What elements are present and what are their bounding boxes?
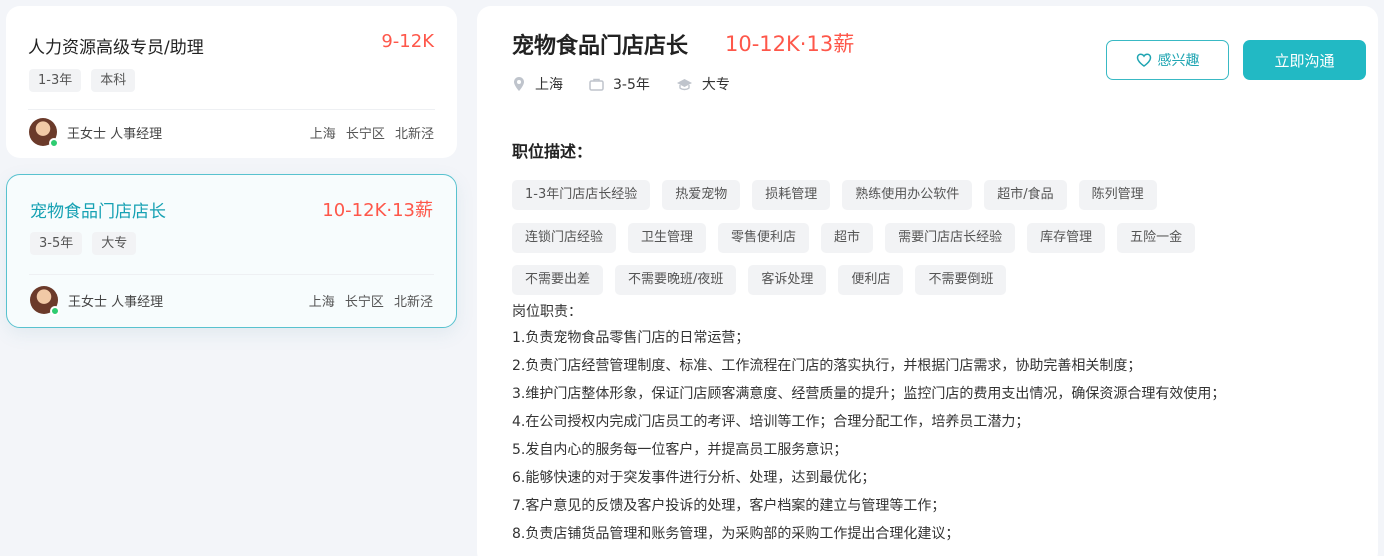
avatar xyxy=(30,286,60,316)
meta-education-text: 大专 xyxy=(701,77,730,93)
experience-tag: 3-5年 xyxy=(30,232,83,255)
skill-tag: 陈列管理 xyxy=(1078,180,1157,210)
description-line: 6.能够快速的对于突发事件进行分析、处理，达到最优化； xyxy=(512,470,876,486)
skill-tags-row: 连锁门店经验 卫生管理 零售便利店 超市 需要门店店长经验 库存管理 五险一金 xyxy=(512,223,1196,253)
skill-tags-row: 1-3年门店店长经验 热爱宠物 损耗管理 熟练使用办公软件 超市/食品 陈列管理 xyxy=(512,180,1157,210)
skill-tag: 超市/食品 xyxy=(984,180,1067,210)
meta-experience-text: 3-5年 xyxy=(613,77,650,93)
skill-tag: 需要门店店长经验 xyxy=(885,223,1016,253)
description-line: 2.负责门店经营管理制度、标准、工作流程在门店的落实执行，并根据门店需求，协助完… xyxy=(512,358,1142,374)
job-description: 岗位职责： 1.负责宠物食品零售门店的日常运营； 2.负责门店经营管理制度、标准… xyxy=(512,304,1362,548)
meta-city-text: 上海 xyxy=(535,77,563,93)
description-heading: 岗位职责： xyxy=(512,304,582,320)
job-detail-panel: 宠物食品门店店长 10-12K·13薪 上海 3-5年 大专 感兴趣 立即沟通 … xyxy=(477,6,1378,556)
job-search-page: 人力资源高级专员/助理 9-12K 1-3年 本科 王女士 人事经理 上海 长宁… xyxy=(0,0,1384,556)
job-card-selected[interactable]: 宠物食品门店店长 10-12K·13薪 3-5年 大专 王女士 人事经理 上海 … xyxy=(6,174,457,328)
education-tag: 大专 xyxy=(92,232,137,255)
location-pin-icon xyxy=(514,77,524,91)
job-card[interactable]: 人力资源高级专员/助理 9-12K 1-3年 本科 王女士 人事经理 上海 长宁… xyxy=(6,6,457,158)
job-card-footer: 王女士 人事经理 上海 长宁区 北新泾 xyxy=(30,286,433,316)
skill-tag: 卫生管理 xyxy=(628,223,707,253)
skill-tag: 不需要出差 xyxy=(512,265,604,295)
skill-tag: 1-3年门店店长经验 xyxy=(512,180,651,210)
skill-tag: 熟练使用办公软件 xyxy=(842,180,973,210)
job-location: 上海 长宁区 北新泾 xyxy=(309,126,434,142)
description-line: 3.维护门店整体形象，保证门店顾客满意度、经营质量的提升；监控门店的费用支出情况… xyxy=(512,386,1226,402)
description-line: 8.负责店铺货品管理和账务管理，为采购部的采购工作提出合理化建议； xyxy=(512,526,960,542)
skill-tag: 客诉处理 xyxy=(748,265,827,295)
skill-tag: 不需要倒班 xyxy=(915,265,1007,295)
heart-icon xyxy=(1136,53,1151,67)
job-card-footer: 王女士 人事经理 上海 长宁区 北新泾 xyxy=(29,118,434,148)
meta-experience: 3-5年 xyxy=(589,74,650,94)
skill-tag: 五险一金 xyxy=(1117,223,1196,253)
skill-tag: 便利店 xyxy=(838,265,904,295)
recruiter-name: 王女士 人事经理 xyxy=(67,126,163,142)
description-line: 5.发自内心的服务每一位客户，并提高员工服务意识； xyxy=(512,442,848,458)
online-status-icon xyxy=(50,306,60,316)
skill-tag: 不需要晚班/夜班 xyxy=(615,265,737,295)
chat-now-button[interactable]: 立即沟通 xyxy=(1243,40,1366,80)
description-line: 1.负责宠物食品零售门店的日常运营； xyxy=(512,330,750,346)
job-detail-salary: 10-12K·13薪 xyxy=(725,32,855,56)
skill-tags-row: 不需要出差 不需要晚班/夜班 客诉处理 便利店 不需要倒班 xyxy=(512,265,1007,295)
job-detail-meta: 上海 3-5年 大专 xyxy=(512,74,756,94)
description-line: 4.在公司授权内完成门店员工的考评、培训等工作；合理分配工作，培养员工潜力； xyxy=(512,414,1030,430)
job-card-title[interactable]: 宠物食品门店店长 xyxy=(30,197,166,222)
education-tag: 本科 xyxy=(91,69,136,92)
job-card-tags: 1-3年 本科 xyxy=(29,69,136,92)
interest-button-label: 感兴趣 xyxy=(1157,53,1200,69)
description-line: 7.客户意见的反馈及客户投诉的处理，客户档案的建立与管理等工作； xyxy=(512,498,946,514)
skill-tag: 热爱宠物 xyxy=(662,180,741,210)
recruiter-name: 王女士 人事经理 xyxy=(68,294,164,310)
briefcase-icon xyxy=(589,78,604,91)
skill-tag: 零售便利店 xyxy=(718,223,810,253)
section-title: 职位描述： xyxy=(512,142,593,161)
divider xyxy=(28,109,435,110)
job-detail-title: 宠物食品门店店长 xyxy=(512,34,689,59)
skill-tag: 库存管理 xyxy=(1027,223,1106,253)
skill-tag: 连锁门店经验 xyxy=(512,223,617,253)
online-status-icon xyxy=(49,138,59,148)
experience-tag: 1-3年 xyxy=(29,69,82,92)
job-card-title[interactable]: 人力资源高级专员/助理 xyxy=(28,33,204,58)
divider xyxy=(29,274,434,275)
interest-button[interactable]: 感兴趣 xyxy=(1106,40,1229,80)
graduation-cap-icon xyxy=(676,79,692,91)
meta-education: 大专 xyxy=(676,74,730,94)
avatar xyxy=(29,118,59,148)
job-location: 上海 长宁区 北新泾 xyxy=(308,294,433,310)
job-card-tags: 3-5年 大专 xyxy=(30,232,137,255)
skill-tag: 超市 xyxy=(821,223,874,253)
job-card-salary: 9-12K xyxy=(381,31,434,52)
job-card-salary: 10-12K·13薪 xyxy=(322,200,433,221)
meta-city: 上海 xyxy=(512,74,563,94)
skill-tag: 损耗管理 xyxy=(752,180,831,210)
